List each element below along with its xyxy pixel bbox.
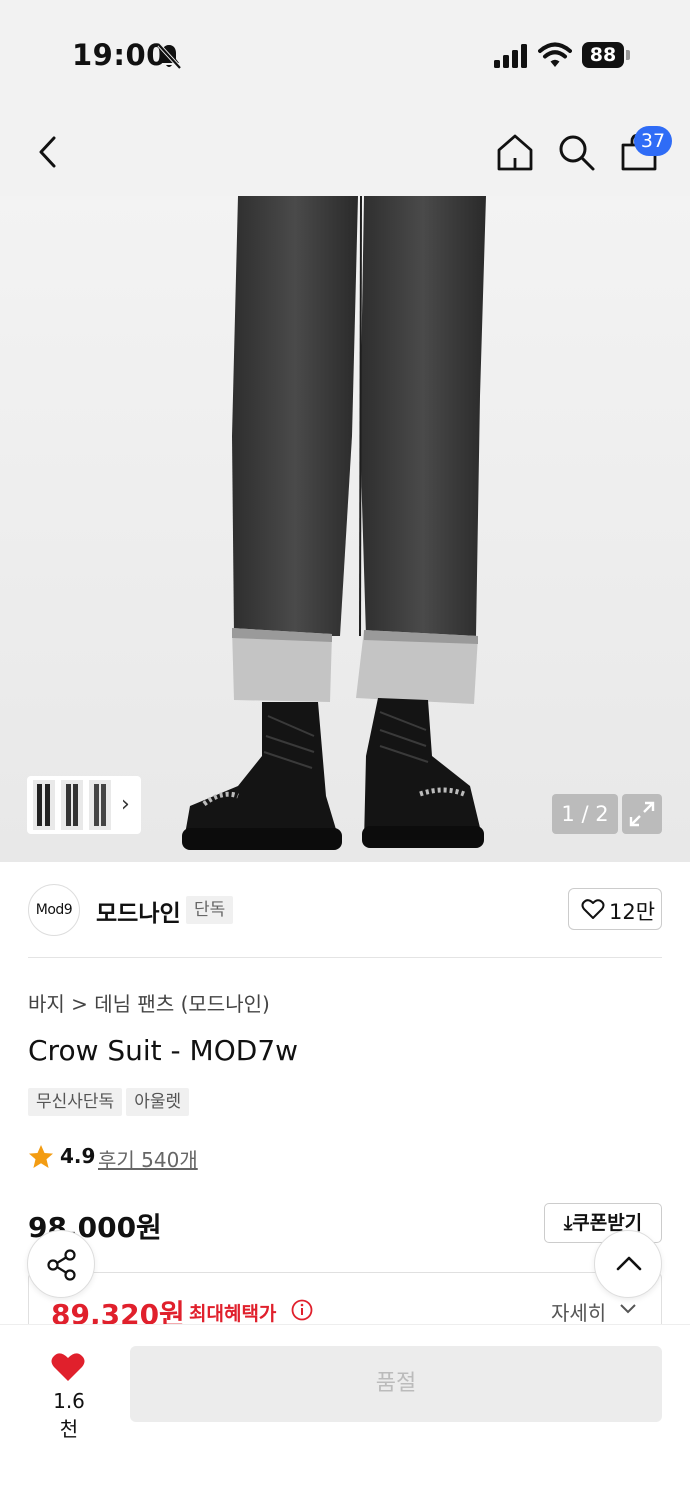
tag-outlet: 아울렛 [126,1088,190,1116]
brand-row: Mod9 모드나인 단독 12만 [28,884,662,936]
wish-count: 1.6천 [53,1389,85,1441]
heart-outline-icon [581,899,605,919]
scroll-top-button[interactable] [594,1230,662,1298]
product-tags: 무신사단독 아울렛 [28,1088,193,1116]
chevron-down-icon[interactable] [619,1303,637,1315]
share-icon [47,1249,76,1281]
top-nav: 37 [0,110,690,196]
signal-icon [494,44,527,68]
thumbnail-strip[interactable]: › [27,776,141,834]
heart-filled-icon[interactable] [50,1351,86,1383]
bell-slash-icon [157,43,182,70]
rating-score: 4.9 [60,1144,96,1168]
jeans-photo [182,196,486,850]
chevron-up-icon [616,1256,642,1271]
download-icon: ⤓ [563,1212,573,1234]
back-icon[interactable] [30,132,66,172]
brand-name[interactable]: 모드나인 [96,894,181,928]
page-indicator: 1 / 2 [552,794,618,834]
battery-level: 88 [582,42,624,68]
brand-like-button[interactable]: 12만 [568,888,662,930]
tag-exclusive: 무신사단독 [28,1088,123,1116]
divider [28,957,662,958]
expand-button[interactable] [622,794,662,834]
home-icon[interactable] [496,132,534,172]
brand-logo[interactable]: Mod9 [28,884,80,936]
benefit-box[interactable]: 89,320원 최대혜택가 자세히 [28,1272,662,1332]
wifi-icon [538,42,572,67]
search-icon[interactable] [556,132,596,172]
expand-icon [629,801,655,827]
share-button[interactable] [27,1230,95,1298]
benefit-label: 최대혜택가 [189,1303,277,1325]
product-image[interactable]: › 1 / 2 [0,196,690,862]
star-icon [29,1145,53,1168]
review-link[interactable]: 후기 540개 [98,1144,198,1173]
bottom-action-bar: 1.6천 품절 [0,1324,690,1500]
detail-link[interactable]: 자세히 [551,1297,606,1326]
brand-tag: 단독 [186,896,234,924]
thumbnail-3[interactable] [89,780,111,830]
thumbnail-1[interactable] [33,780,55,830]
battery-icon: 88 [582,42,630,68]
status-bar: 19:00 88 [0,0,690,110]
chevron-right-icon[interactable]: › [121,792,130,817]
cart-badge[interactable]: 37 [634,126,672,156]
product-title: Crow Suit - MOD7w [28,1034,299,1067]
thumbnail-2[interactable] [61,780,83,830]
battery-tip [626,50,630,60]
info-icon[interactable] [291,1299,313,1321]
brand-like-count: 12만 [609,900,656,924]
soldout-button[interactable]: 품절 [130,1346,662,1422]
breadcrumb[interactable]: 바지 > 데님 팬츠 (모드나인) [28,988,270,1017]
status-time: 19:00 [72,38,167,72]
